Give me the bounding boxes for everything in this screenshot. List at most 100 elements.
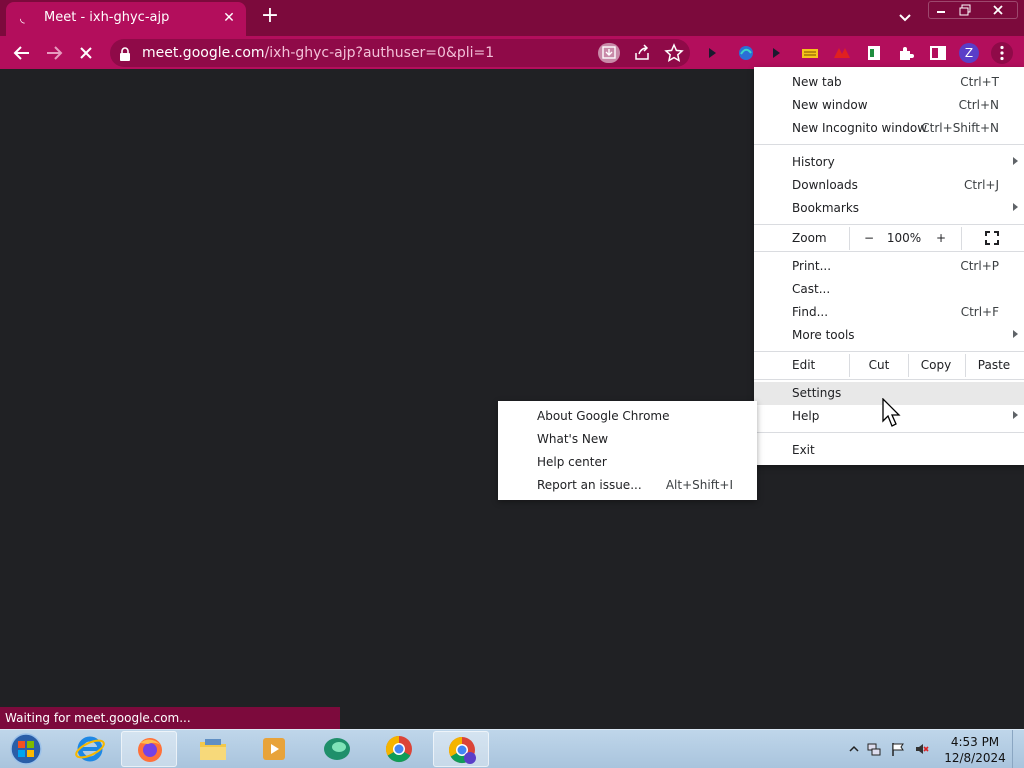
submenu-arrow-icon (1013, 203, 1018, 211)
start-button[interactable] (6, 732, 46, 766)
loading-spinner-icon: ◟ (20, 11, 25, 25)
menu-label: Bookmarks (792, 201, 860, 215)
bookmark-star-icon[interactable] (663, 43, 685, 63)
zoom-level-value: 100% (886, 231, 922, 245)
submenu-item-whats-new[interactable]: What's New (498, 428, 757, 451)
edit-label: Edit (792, 358, 816, 372)
menu-shortcut: Ctrl+Shift+N (921, 121, 999, 135)
show-desktop-button[interactable] (1012, 730, 1024, 768)
menu-label: Downloads (792, 178, 858, 192)
clock-time: 4:53 PM (950, 735, 1000, 749)
tab-meet[interactable]: ◟ Meet - ixh-ghyc-ajp ✕ (6, 2, 246, 36)
taskbar-firefox[interactable] (121, 731, 177, 767)
show-hidden-icons-icon[interactable] (846, 741, 862, 757)
action-center-flag-icon[interactable] (890, 741, 906, 757)
menu-label: Report an issue... (537, 478, 642, 492)
taskbar-file-explorer[interactable] (185, 731, 241, 767)
menu-edit-row: Edit Cut Copy Paste (754, 354, 1024, 377)
taskbar-chrome[interactable] (371, 731, 427, 767)
submenu-item-report-issue[interactable]: Report an issue... Alt+Shift+I (498, 474, 757, 497)
menu-separator (754, 251, 1024, 252)
extension-arrow-icon[interactable] (765, 42, 787, 64)
url-host: meet.google.com (142, 45, 265, 61)
extension-edge-icon[interactable] (735, 42, 757, 64)
menu-item-new-incognito[interactable]: New Incognito window Ctrl+Shift+N (754, 117, 1024, 140)
menu-item-print[interactable]: Print... Ctrl+P (754, 255, 1024, 278)
taskbar-clock[interactable]: 4:53 PM 12/8/2024 (940, 734, 1010, 766)
share-icon[interactable] (631, 43, 653, 63)
tab-search-chevron-icon[interactable] (894, 7, 916, 27)
submenu-item-help-center[interactable]: Help center (498, 451, 757, 474)
network-icon[interactable] (866, 741, 882, 757)
fullscreen-icon[interactable] (980, 230, 1004, 249)
menu-label: New Incognito window (792, 121, 928, 135)
cut-button[interactable]: Cut (850, 358, 908, 372)
url-text: meet.google.com/ixh-ghyc-ajp?authuser=0&… (142, 45, 494, 61)
menu-label: Help (792, 409, 820, 423)
menu-vertical-divider (961, 227, 962, 250)
menu-label: Exit (792, 443, 815, 457)
back-button[interactable] (9, 40, 35, 66)
paste-button[interactable]: Paste (966, 358, 1022, 372)
menu-item-downloads[interactable]: Downloads Ctrl+J (754, 174, 1024, 197)
close-window-button[interactable] (977, 2, 1017, 18)
menu-label: About Google Chrome (537, 409, 670, 423)
zoom-in-button[interactable]: + (926, 231, 956, 245)
menu-item-new-tab[interactable]: New tab Ctrl+T (754, 71, 1024, 94)
tab-close-icon[interactable]: ✕ (220, 9, 238, 27)
menu-item-more-tools[interactable]: More tools (754, 324, 1024, 347)
menu-item-bookmarks[interactable]: Bookmarks (754, 197, 1024, 220)
help-submenu: About Google Chrome What's New Help cent… (498, 401, 757, 500)
menu-label: New window (792, 98, 868, 112)
title-bar: ◟ Meet - ixh-ghyc-ajp ✕ + (0, 0, 1024, 36)
internet-explorer-icon (75, 736, 105, 762)
stop-loading-button[interactable] (73, 40, 99, 66)
menu-item-cast[interactable]: Cast... (754, 278, 1024, 301)
address-bar[interactable]: meet.google.com/ixh-ghyc-ajp?authuser=0&… (110, 39, 690, 67)
submenu-item-about-chrome[interactable]: About Google Chrome (498, 405, 757, 428)
extension-red-icon[interactable] (831, 42, 853, 64)
taskbar-green-app[interactable] (309, 731, 365, 767)
chrome-profile-icon (448, 736, 476, 764)
taskbar-internet-explorer[interactable] (62, 731, 118, 767)
media-player-icon (263, 738, 285, 760)
taskbar-chrome-profile[interactable] (433, 731, 489, 767)
volume-muted-icon[interactable] (914, 741, 930, 757)
chrome-menu-kebab-icon[interactable] (991, 42, 1013, 64)
new-tab-button[interactable]: + (258, 4, 282, 28)
minimize-button[interactable] (929, 2, 953, 18)
menu-item-history[interactable]: History (754, 151, 1024, 174)
install-app-icon[interactable] (598, 43, 620, 63)
menu-shortcut: Ctrl+F (960, 305, 999, 319)
menu-item-find[interactable]: Find... Ctrl+F (754, 301, 1024, 324)
restore-button[interactable] (953, 2, 977, 18)
menu-item-new-window[interactable]: New window Ctrl+N (754, 94, 1024, 117)
extension-keyboard-icon[interactable] (799, 42, 821, 64)
submenu-arrow-icon (1013, 411, 1018, 419)
side-panel-icon[interactable] (927, 42, 949, 64)
taskbar-media-player[interactable] (246, 731, 302, 767)
menu-shortcut: Ctrl+P (960, 259, 999, 273)
menu-label: Find... (792, 305, 829, 319)
folder-icon (200, 739, 226, 760)
copy-button[interactable]: Copy (909, 358, 963, 372)
profile-avatar[interactable]: Z (959, 43, 979, 63)
extension-play-icon[interactable] (701, 42, 723, 64)
menu-item-exit[interactable]: Exit (754, 439, 1024, 462)
firefox-icon (138, 738, 162, 762)
menu-shortcut: Alt+Shift+I (665, 478, 733, 492)
extension-sheets-icon[interactable] (863, 42, 885, 64)
menu-label: Cast... (792, 282, 831, 296)
browser-toolbar: meet.google.com/ixh-ghyc-ajp?authuser=0&… (0, 36, 1024, 69)
submenu-arrow-icon (1013, 330, 1018, 338)
menu-label: What's New (537, 432, 609, 446)
zoom-out-button[interactable]: − (854, 231, 884, 245)
menu-label: More tools (792, 328, 855, 342)
menu-shortcut: Ctrl+N (958, 98, 999, 112)
menu-separator (754, 379, 1024, 380)
extensions-puzzle-icon[interactable] (895, 42, 917, 64)
menu-separator (754, 224, 1024, 225)
menu-separator (754, 432, 1024, 433)
menu-vertical-divider (849, 227, 850, 250)
forward-button[interactable] (41, 40, 67, 66)
